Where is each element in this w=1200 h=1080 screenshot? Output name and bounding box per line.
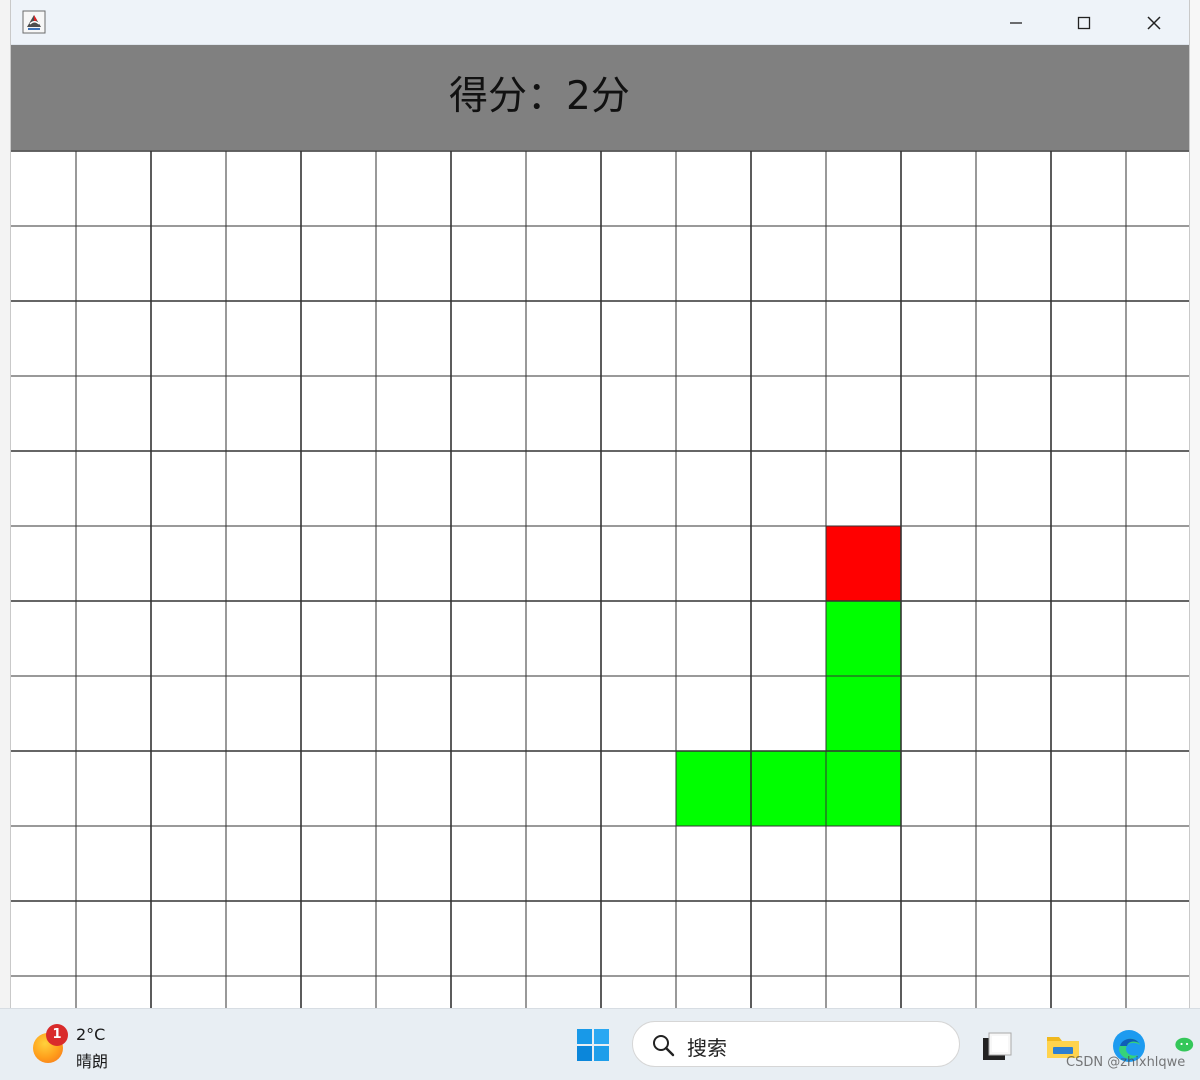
score-panel: 得分：2分 bbox=[11, 45, 1189, 151]
windows-taskbar: 1 2°C 晴朗 搜索 CSDN @zhixhlqwe bbox=[0, 1008, 1200, 1080]
maximize-button[interactable] bbox=[1049, 0, 1119, 45]
weather-widget[interactable]: 1 2°C 晴朗 bbox=[30, 1024, 150, 1071]
snake-game-window: 得分：2分 bbox=[10, 0, 1190, 1008]
weather-notification-badge: 1 bbox=[46, 1024, 68, 1046]
snake-body-segment bbox=[826, 751, 901, 826]
taskbar-search-box[interactable]: 搜索 bbox=[632, 1021, 960, 1067]
right-background-window-edge bbox=[1190, 0, 1200, 1008]
java-icon bbox=[22, 10, 46, 34]
task-view-icon[interactable] bbox=[978, 1027, 1016, 1065]
csdn-watermark: CSDN @zhixhlqwe bbox=[1066, 1055, 1186, 1070]
search-label: 搜索 bbox=[687, 1036, 727, 1060]
snake-head-segment bbox=[826, 601, 901, 676]
snake-body-segment bbox=[826, 676, 901, 751]
window-titlebar[interactable] bbox=[11, 0, 1189, 45]
food-cell bbox=[826, 526, 901, 601]
maximize-icon bbox=[1077, 16, 1091, 29]
snake-body-segment bbox=[676, 751, 751, 826]
close-button[interactable] bbox=[1119, 0, 1189, 45]
weather-temperature: 2°C bbox=[76, 1025, 106, 1044]
windows-start-icon[interactable] bbox=[575, 1027, 611, 1063]
search-icon bbox=[653, 1035, 675, 1057]
score-label: 得分：2分 bbox=[449, 74, 630, 119]
minimize-button[interactable] bbox=[981, 0, 1051, 45]
desktop: 得分：2分 1 2°C 晴朗 搜索 CSDN @zhixhlqwe bbox=[0, 0, 1200, 1080]
close-icon bbox=[1147, 15, 1161, 30]
board-grid bbox=[11, 151, 1189, 1008]
game-board[interactable] bbox=[11, 151, 1189, 1008]
minimize-icon bbox=[1010, 21, 1022, 24]
snake-body-segment bbox=[751, 751, 826, 826]
weather-description: 晴朗 bbox=[76, 1052, 109, 1071]
